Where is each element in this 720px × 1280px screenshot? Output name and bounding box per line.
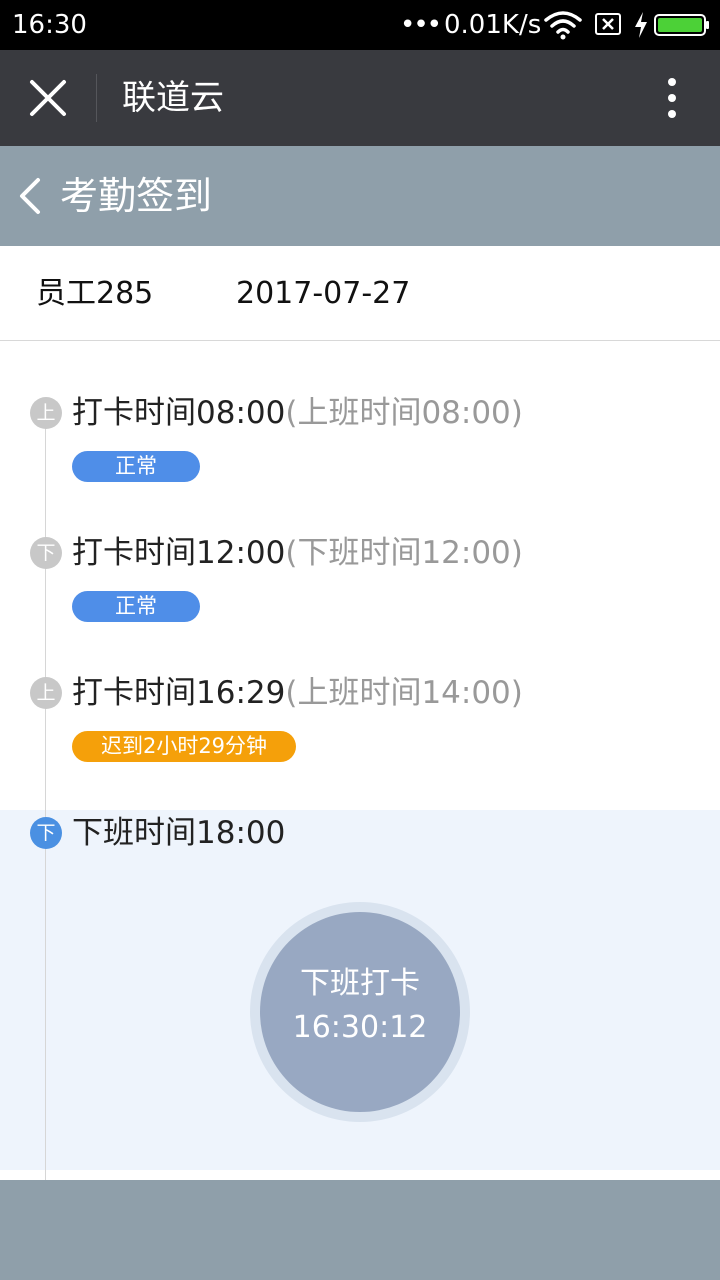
scheduled-time-text: (上班时间14:00) bbox=[285, 675, 523, 711]
close-icon[interactable] bbox=[22, 74, 74, 122]
shift-type-dot: 上 bbox=[30, 397, 62, 429]
chevron-left-icon[interactable] bbox=[14, 174, 46, 218]
no-sim-icon bbox=[595, 13, 621, 35]
scheduled-time-text: (下班时间12:00) bbox=[285, 535, 523, 571]
punch-time-text: 打卡时间16:29 bbox=[72, 675, 286, 711]
employee-name: 员工285 bbox=[36, 276, 154, 311]
timeline-line bbox=[45, 412, 46, 1180]
more-vertical-icon[interactable] bbox=[652, 72, 692, 124]
title-bar: 联道云 bbox=[0, 50, 720, 146]
status-badge: 正常 bbox=[72, 451, 200, 482]
scheduled-time-text: (上班时间08:00) bbox=[285, 395, 523, 431]
timeline-item-title: 打卡时间08:00(上班时间08:00) bbox=[72, 393, 523, 433]
timeline-item-title: 下班时间18:00 bbox=[72, 815, 286, 851]
page-title: 考勤签到 bbox=[60, 174, 213, 218]
late-status-badge: 迟到2小时29分钟 bbox=[72, 731, 296, 762]
wifi-icon bbox=[544, 11, 582, 40]
timeline-item-title: 打卡时间12:00(下班时间12:00) bbox=[72, 533, 523, 573]
status-bar: 16:30 ••• 0.01K/s bbox=[0, 0, 720, 50]
shift-type-dot: 下 bbox=[30, 817, 62, 849]
record-date: 2017-07-27 bbox=[236, 276, 411, 311]
shift-type-dot: 上 bbox=[30, 677, 62, 709]
status-time: 16:30 bbox=[12, 10, 87, 40]
punch-time-text: 打卡时间08:00 bbox=[72, 395, 286, 431]
battery-icon bbox=[654, 14, 709, 36]
timeline-item-title: 打卡时间16:29(上班时间14:00) bbox=[72, 673, 523, 713]
status-badge: 正常 bbox=[72, 591, 200, 622]
punch-time-text: 打卡时间12:00 bbox=[72, 535, 286, 571]
punch-current-time: 16:30:12 bbox=[292, 1010, 428, 1045]
app-title: 联道云 bbox=[122, 78, 224, 118]
info-row: 员工285 2017-07-27 bbox=[0, 246, 720, 341]
title-divider bbox=[96, 74, 97, 122]
punch-out-button[interactable]: 下班打卡 16:30:12 bbox=[260, 912, 460, 1112]
punch-button-label: 下班打卡 bbox=[300, 966, 420, 1001]
bottom-bar bbox=[0, 1180, 720, 1280]
page-header: 考勤签到 bbox=[0, 146, 720, 246]
notification-dots: ••• bbox=[400, 10, 442, 40]
network-speed: 0.01K/s bbox=[444, 10, 542, 40]
charging-bolt-icon bbox=[635, 12, 647, 38]
shift-type-dot: 下 bbox=[30, 537, 62, 569]
